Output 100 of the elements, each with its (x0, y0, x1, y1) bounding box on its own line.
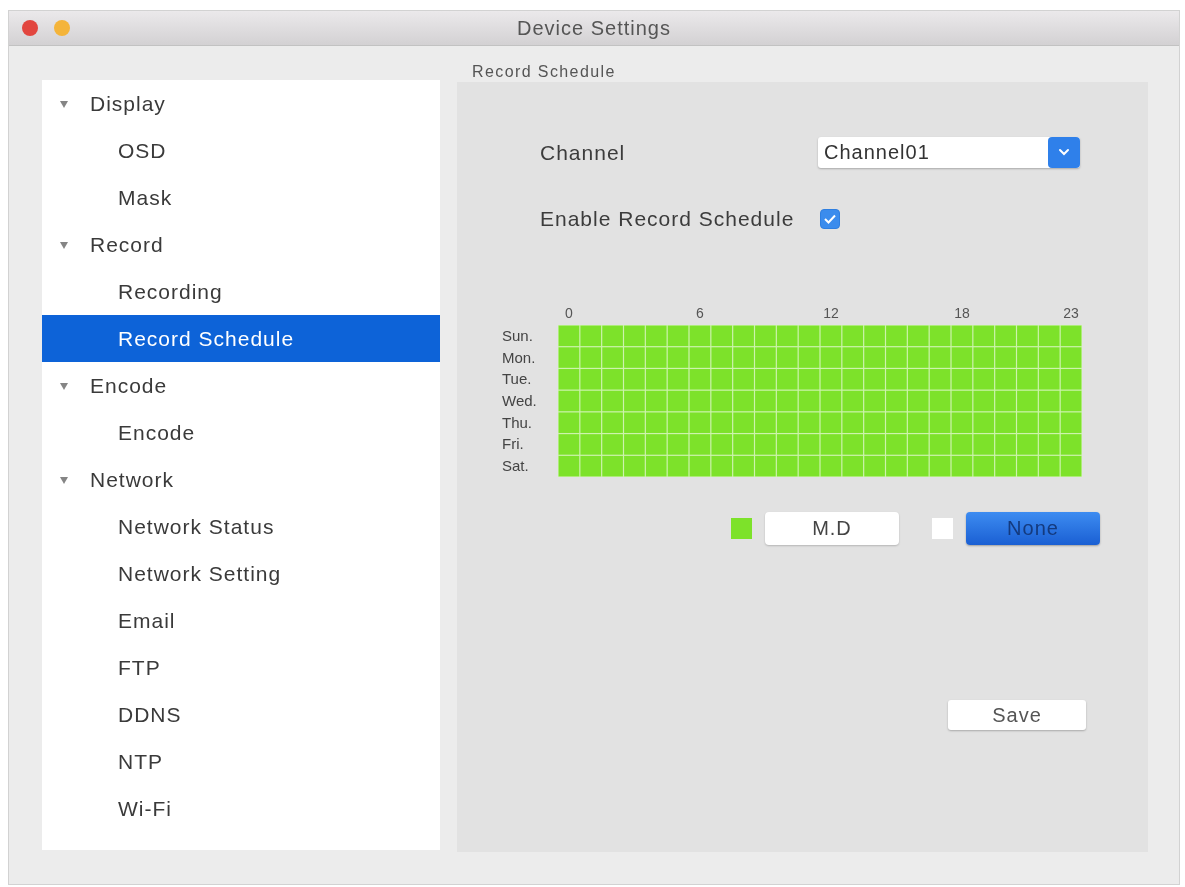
schedule-cell[interactable] (798, 434, 820, 455)
schedule-cell[interactable] (864, 455, 885, 477)
schedule-cell[interactable] (624, 412, 645, 433)
schedule-cell[interactable] (886, 412, 907, 433)
schedule-cell[interactable] (580, 347, 602, 368)
triangle-down-icon[interactable] (60, 475, 68, 484)
tree-item[interactable]: OSD (42, 127, 440, 174)
tree-item[interactable]: Recording (42, 268, 440, 315)
schedule-cell[interactable] (973, 412, 995, 433)
schedule-cell[interactable] (755, 455, 776, 477)
schedule-cell[interactable] (711, 325, 733, 347)
schedule-cell[interactable] (733, 369, 754, 390)
schedule-cell[interactable] (1038, 369, 1060, 390)
schedule-cell[interactable] (755, 412, 776, 433)
schedule-cell[interactable] (755, 369, 776, 390)
schedule-cell[interactable] (711, 369, 733, 390)
schedule-cell[interactable] (624, 390, 645, 412)
schedule-cell[interactable] (929, 434, 951, 455)
schedule-cell[interactable] (733, 412, 754, 433)
triangle-down-icon[interactable] (60, 240, 68, 249)
schedule-cell[interactable] (755, 347, 776, 368)
schedule-cell[interactable] (1017, 347, 1038, 368)
schedule-cell[interactable] (907, 369, 929, 390)
schedule-cell[interactable] (667, 347, 689, 368)
schedule-cell[interactable] (973, 369, 995, 390)
schedule-cell[interactable] (624, 347, 645, 368)
schedule-cell[interactable] (995, 347, 1016, 368)
tree-item[interactable]: NTP (42, 738, 440, 785)
schedule-cell[interactable] (1017, 325, 1038, 347)
schedule-cell[interactable] (624, 369, 645, 390)
schedule-cell[interactable] (973, 455, 995, 477)
schedule-cell[interactable] (995, 325, 1016, 347)
schedule-cell[interactable] (995, 455, 1016, 477)
schedule-cell[interactable] (929, 369, 951, 390)
tree-item[interactable]: Email (42, 597, 440, 644)
schedule-cell[interactable] (842, 369, 864, 390)
tree-item[interactable]: Display (42, 80, 440, 127)
checkbox[interactable] (820, 209, 840, 229)
schedule-cell[interactable] (776, 434, 798, 455)
schedule-cell[interactable] (1017, 412, 1038, 433)
schedule-cell[interactable] (711, 412, 733, 433)
schedule-cell[interactable] (624, 434, 645, 455)
schedule-cell[interactable] (995, 434, 1016, 455)
schedule-cell[interactable] (711, 390, 733, 412)
schedule-cell[interactable] (1038, 412, 1060, 433)
triangle-down-icon[interactable] (60, 99, 68, 108)
tree-item[interactable]: Encode (42, 409, 440, 456)
schedule-cell[interactable] (558, 434, 580, 455)
schedule-cell[interactable] (973, 434, 995, 455)
schedule-cell[interactable] (907, 347, 929, 368)
schedule-cell[interactable] (1060, 347, 1082, 368)
schedule-cell[interactable] (1017, 390, 1038, 412)
schedule-cell[interactable] (907, 412, 929, 433)
schedule-cell[interactable] (1060, 369, 1082, 390)
schedule-cell[interactable] (711, 347, 733, 368)
schedule-cell[interactable] (1017, 369, 1038, 390)
schedule-cell[interactable] (602, 434, 623, 455)
schedule-cell[interactable] (733, 434, 754, 455)
schedule-cell[interactable] (864, 434, 885, 455)
schedule-cell[interactable] (602, 347, 623, 368)
tree-item[interactable]: Record (42, 221, 440, 268)
schedule-cell[interactable] (645, 412, 667, 433)
tree-item[interactable]: Encode (42, 362, 440, 409)
schedule-cell[interactable] (864, 390, 885, 412)
tree-item[interactable]: Network Status (42, 503, 440, 550)
schedule-cell[interactable] (580, 412, 602, 433)
schedule-cell[interactable] (602, 412, 623, 433)
schedule-cell[interactable] (711, 455, 733, 477)
schedule-cell[interactable] (689, 434, 711, 455)
schedule-cell[interactable] (864, 412, 885, 433)
schedule-cell[interactable] (580, 434, 602, 455)
triangle-down-icon[interactable] (60, 381, 68, 390)
schedule-cell[interactable] (689, 369, 711, 390)
schedule-cell[interactable] (1060, 412, 1082, 433)
schedule-cell[interactable] (820, 434, 842, 455)
schedule-cell[interactable] (1017, 434, 1038, 455)
schedule-cell[interactable] (820, 412, 842, 433)
schedule-cell[interactable] (667, 412, 689, 433)
schedule-cell[interactable] (602, 455, 623, 477)
schedule-cell[interactable] (580, 455, 602, 477)
schedule-cell[interactable] (580, 325, 602, 347)
schedule-cell[interactable] (602, 390, 623, 412)
schedule-cell[interactable] (864, 325, 885, 347)
tree-item[interactable]: Network (42, 456, 440, 503)
schedule-cell[interactable] (1060, 434, 1082, 455)
minimize-icon[interactable] (54, 20, 70, 36)
schedule-cell[interactable] (558, 369, 580, 390)
schedule-cell[interactable] (689, 347, 711, 368)
schedule-cell[interactable] (645, 369, 667, 390)
schedule-cell[interactable] (1038, 434, 1060, 455)
tree-item[interactable]: Mask (42, 174, 440, 221)
schedule-cell[interactable] (842, 390, 864, 412)
schedule-cell[interactable] (886, 455, 907, 477)
schedule-cell[interactable] (755, 390, 776, 412)
schedule-cell[interactable] (776, 347, 798, 368)
schedule-cell[interactable] (864, 347, 885, 368)
schedule-grid[interactable] (558, 325, 1082, 477)
schedule-cell[interactable] (798, 347, 820, 368)
schedule-cell[interactable] (995, 390, 1016, 412)
schedule-cell[interactable] (995, 412, 1016, 433)
